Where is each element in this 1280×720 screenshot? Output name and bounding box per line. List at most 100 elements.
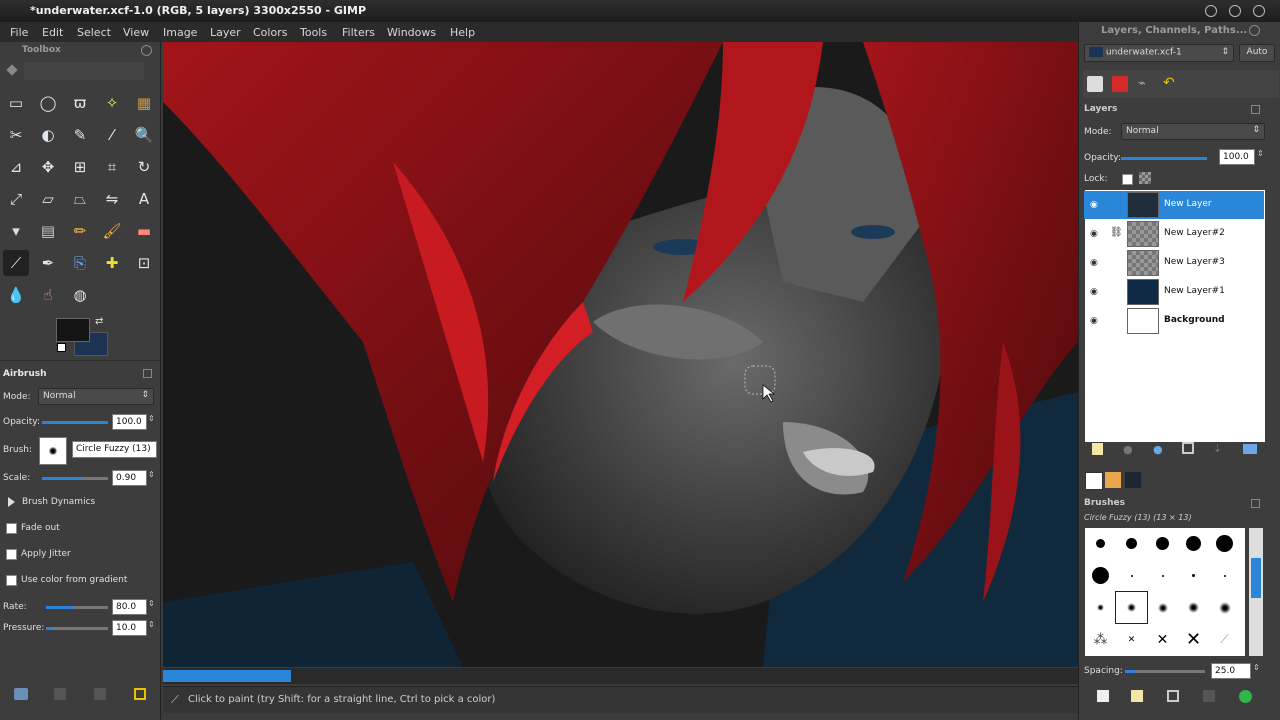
pressure-field[interactable]: 10.0 (112, 620, 147, 636)
layer-row[interactable]: ◉ New Layer#1 (1084, 278, 1264, 306)
brush-cell[interactable] (1178, 560, 1209, 591)
chain-link-icon[interactable]: ⛓ (1110, 227, 1123, 238)
foreground-color-swatch[interactable] (56, 318, 90, 342)
color-select-icon[interactable]: ▦ (131, 90, 157, 116)
fuzzy-select-icon[interactable]: ✧ (99, 90, 125, 116)
spin-icon[interactable]: ⇕ (148, 470, 155, 479)
flip-icon[interactable]: ⇋ (99, 186, 125, 212)
layer-row[interactable]: ◉ Background (1084, 307, 1264, 335)
visibility-eye-icon[interactable]: ◉ (1090, 316, 1099, 326)
configure-icon[interactable] (143, 369, 152, 378)
measure-icon[interactable]: ⊿ (3, 154, 29, 180)
brush-cell[interactable]: ⟋ (1209, 624, 1240, 655)
lower-layer-icon[interactable]: ● (1153, 443, 1163, 456)
fade-out-checkbox[interactable] (6, 523, 17, 534)
use-gradient-checkbox[interactable] (6, 575, 17, 586)
layer-row[interactable]: ◉ New Layer#3 (1084, 249, 1264, 277)
expander-icon[interactable] (8, 497, 15, 507)
rect-select-icon[interactable]: ▭ (3, 90, 29, 116)
layer-name[interactable]: New Layer#2 (1164, 228, 1225, 238)
scale-icon[interactable]: ⤢ (3, 186, 29, 212)
rotate-icon[interactable]: ↻ (131, 154, 157, 180)
layer-name[interactable]: New Layer#3 (1164, 257, 1225, 267)
foreground-select-icon[interactable]: ◐ (35, 122, 61, 148)
align-icon[interactable]: ⊞ (67, 154, 93, 180)
menu-image[interactable]: Image (163, 26, 197, 39)
close-icon[interactable] (141, 45, 152, 56)
default-colors-icon[interactable] (57, 343, 66, 352)
restore-options-icon[interactable] (54, 688, 66, 700)
gradients-tab-icon[interactable] (1125, 472, 1141, 488)
lock-pixels-checkbox[interactable] (1122, 174, 1133, 185)
brush-cell[interactable]: ✕ (1147, 624, 1178, 655)
menu-layer[interactable]: Layer (210, 26, 241, 39)
menu-edit[interactable]: Edit (42, 26, 63, 39)
configure-icon[interactable] (1251, 105, 1260, 114)
shear-icon[interactable]: ▱ (35, 186, 61, 212)
dodge-burn-icon[interactable]: ◍ (67, 282, 93, 308)
brush-cell[interactable] (1147, 528, 1178, 559)
close-icon[interactable] (1249, 25, 1260, 36)
spin-icon[interactable]: ⇕ (1253, 663, 1260, 672)
menu-select[interactable]: Select (77, 26, 111, 39)
layer-name[interactable]: New Layer (1164, 199, 1212, 209)
smudge-icon[interactable]: ☝ (35, 282, 61, 308)
visibility-eye-icon[interactable]: ◉ (1090, 287, 1099, 297)
visibility-eye-icon[interactable]: ◉ (1090, 258, 1099, 268)
brush-scrollbar[interactable] (1249, 528, 1263, 656)
raise-layer-icon[interactable]: ● (1123, 443, 1133, 456)
visibility-eye-icon[interactable]: ◉ (1090, 200, 1099, 210)
menu-view[interactable]: View (123, 26, 149, 39)
close-button[interactable] (1253, 5, 1265, 17)
brush-cell[interactable]: ✕ (1116, 624, 1147, 655)
bucket-fill-icon[interactable]: ▾ (3, 218, 29, 244)
reset-options-icon[interactable] (134, 688, 146, 700)
layer-name[interactable]: New Layer#1 (1164, 286, 1225, 296)
heal-icon[interactable]: ✚ (99, 250, 125, 276)
layer-thumbnail[interactable] (1127, 279, 1159, 305)
scissors-icon[interactable]: ✂ (3, 122, 29, 148)
layer-mode-select[interactable]: Normal ⇕ (1121, 123, 1265, 140)
layer-thumbnail[interactable] (1127, 221, 1159, 247)
layer-thumbnail[interactable] (1127, 192, 1159, 218)
auto-button[interactable]: Auto (1239, 44, 1275, 62)
delete-layer-icon[interactable] (1243, 444, 1257, 454)
brush-cell[interactable] (1116, 528, 1147, 559)
layer-thumbnail[interactable] (1127, 250, 1159, 276)
brush-cell[interactable] (1209, 560, 1240, 591)
paths-tab-icon[interactable]: ⌁ (1138, 76, 1154, 92)
ink-icon[interactable]: ✒ (35, 250, 61, 276)
patterns-tab-icon[interactable] (1105, 472, 1121, 488)
layer-thumbnail[interactable] (1127, 308, 1159, 334)
swap-colors-icon[interactable]: ⇄ (95, 316, 103, 327)
blur-icon[interactable]: 💧 (3, 282, 29, 308)
lock-alpha-icon[interactable] (1139, 172, 1151, 184)
rate-slider[interactable] (46, 606, 108, 609)
brush-name-field[interactable]: Circle Fuzzy (13) (72, 441, 157, 458)
maximize-button[interactable] (1229, 5, 1241, 17)
perspective-icon[interactable]: ⏢ (67, 186, 93, 212)
brush-preview[interactable] (39, 437, 67, 465)
save-options-icon[interactable] (14, 688, 28, 700)
spacing-slider[interactable] (1125, 670, 1205, 673)
layers-tab-icon[interactable] (1087, 76, 1103, 92)
menu-file[interactable]: File (10, 26, 28, 39)
brush-cell[interactable] (1085, 560, 1116, 591)
color-picker-icon[interactable]: ⁄ (99, 122, 125, 148)
layer-row[interactable]: ◉ New Layer (1084, 191, 1264, 219)
scale-slider[interactable] (42, 477, 108, 480)
scale-field[interactable]: 0.90 (112, 470, 147, 486)
layer-opacity-field[interactable]: 100.0 (1219, 149, 1255, 165)
menu-help[interactable]: Help (450, 26, 475, 39)
layer-opacity-slider[interactable] (1121, 157, 1207, 160)
undo-history-tab-icon[interactable]: ↶ (1163, 75, 1179, 91)
scrollbar-thumb[interactable] (1251, 558, 1261, 598)
paintbrush-icon[interactable]: 🖌 (99, 218, 125, 244)
visibility-eye-icon[interactable]: ◉ (1090, 229, 1099, 239)
ellipse-select-icon[interactable]: ◯ (35, 90, 61, 116)
channels-tab-icon[interactable] (1112, 76, 1128, 92)
perspective-clone-icon[interactable]: ⊡ (131, 250, 157, 276)
eraser-icon[interactable]: ▬ (131, 218, 157, 244)
spin-icon[interactable]: ⇕ (148, 620, 155, 629)
brushes-tab-icon[interactable] (1085, 472, 1103, 490)
